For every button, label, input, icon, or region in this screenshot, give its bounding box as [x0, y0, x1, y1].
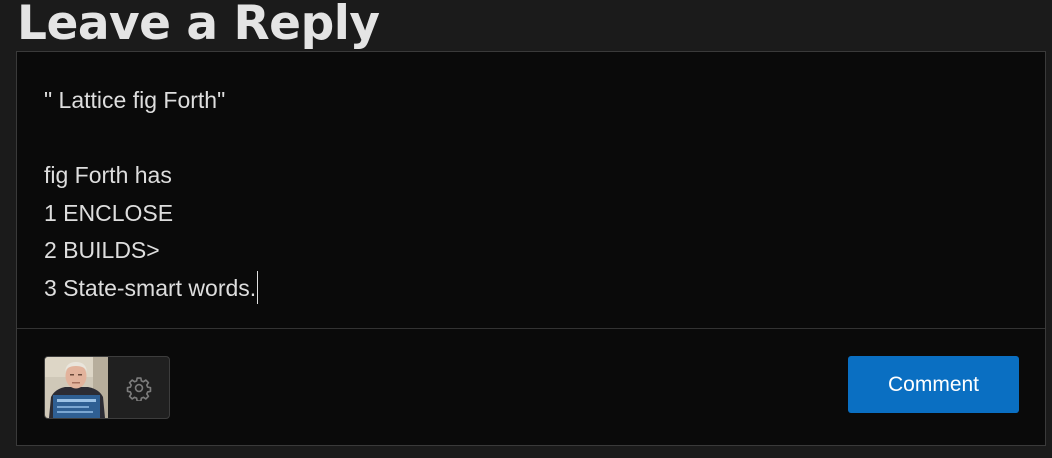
settings-button[interactable]: [108, 357, 169, 418]
comment-submit-button[interactable]: Comment: [848, 356, 1019, 413]
comment-text-line: 3 State-smart words.: [44, 270, 1018, 308]
form-divider: [17, 328, 1045, 329]
text-caret: [257, 270, 259, 304]
comment-text-line: [44, 120, 1018, 158]
avatar[interactable]: [45, 357, 108, 418]
page-title: Leave a Reply: [17, 0, 380, 51]
comment-text-last: 3 State-smart words.: [44, 274, 257, 301]
comment-text-line: fig Forth has: [44, 162, 172, 188]
identity-selector[interactable]: [44, 356, 170, 419]
comment-text-line: " Lattice fig Forth": [44, 87, 226, 113]
gear-icon: [126, 376, 151, 401]
comment-form: " Lattice fig Forth" fig Forth has 1 ENC…: [16, 51, 1046, 446]
comment-text-line: 2 BUILDS>: [44, 237, 160, 263]
comment-text-line: 1 ENCLOSE: [44, 199, 174, 226]
comment-textarea[interactable]: " Lattice fig Forth" fig Forth has 1 ENC…: [17, 52, 1045, 329]
